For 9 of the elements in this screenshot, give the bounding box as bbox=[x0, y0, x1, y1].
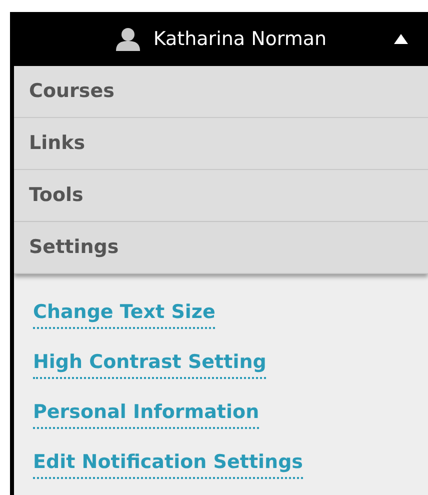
section-header[interactable]: Settings bbox=[14, 222, 428, 274]
settings-link[interactable]: High Contrast Setting bbox=[33, 348, 266, 379]
settings-link[interactable]: Edit Notification Settings bbox=[33, 448, 303, 479]
section-header[interactable]: Courses bbox=[14, 66, 428, 118]
settings-link[interactable]: Personal Information bbox=[33, 398, 260, 429]
section-header[interactable]: Links bbox=[14, 118, 428, 170]
settings-link[interactable]: Change Text Size bbox=[33, 298, 216, 329]
user-icon bbox=[115, 27, 142, 51]
section-header[interactable]: Tools bbox=[14, 170, 428, 222]
